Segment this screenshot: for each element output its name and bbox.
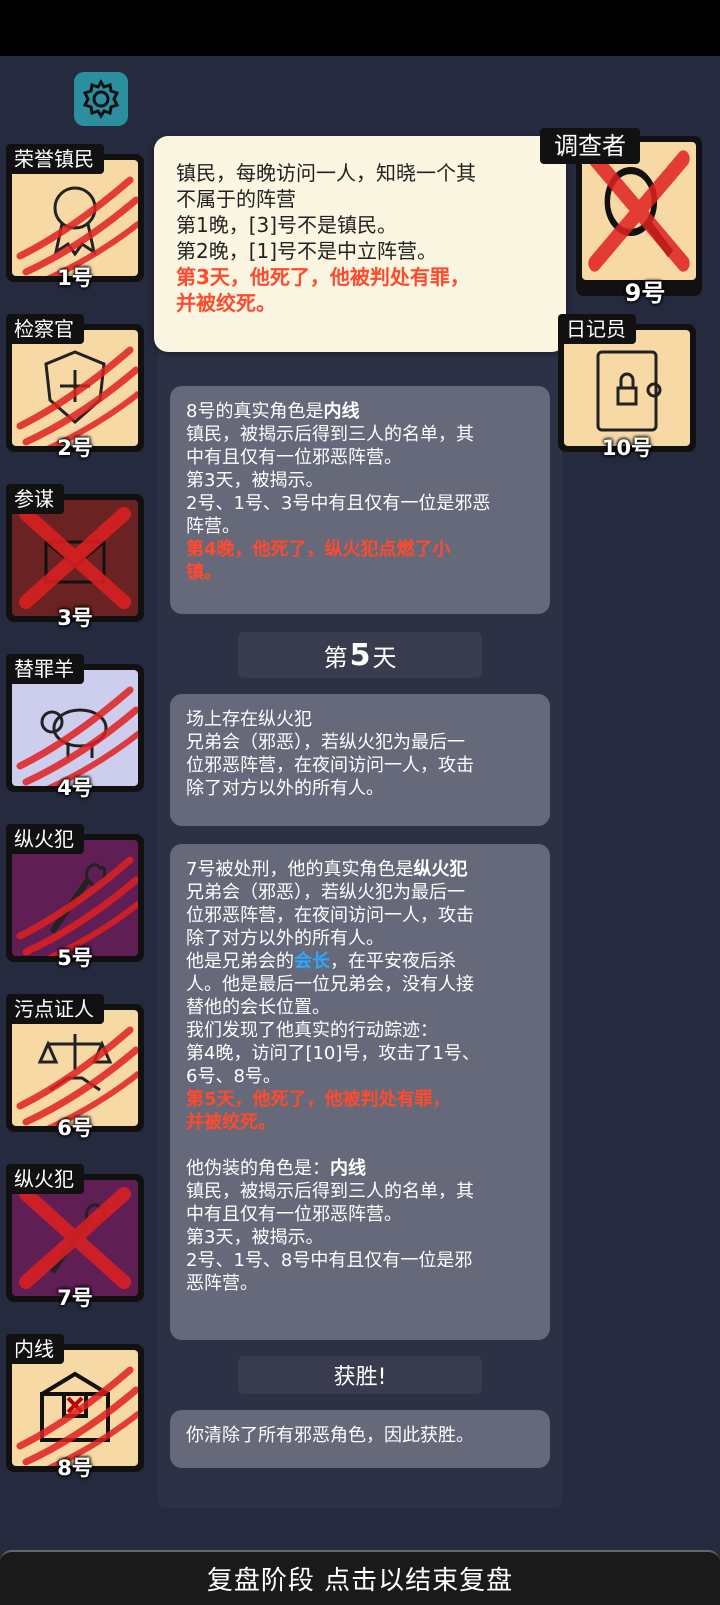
card-portrait: [12, 160, 138, 276]
player-number: 5号: [57, 946, 93, 970]
status-bar: [0, 0, 720, 56]
card-portrait: [12, 670, 138, 786]
player-card-8[interactable]: 内线 8号: [6, 1334, 144, 1480]
torch-icon: [16, 856, 138, 956]
player-card-3[interactable]: 参谋 3号: [6, 484, 144, 630]
player-card-5[interactable]: 纵火犯 5号: [6, 824, 144, 970]
player-role-label: 检察官: [6, 314, 84, 344]
player-role-label: 内线: [6, 1334, 64, 1364]
player-number: 10号: [601, 436, 653, 460]
log-message-victory: 你清除了所有邪恶角色，因此获胜。: [170, 1410, 550, 1468]
card-portrait: [12, 1180, 138, 1296]
player-card-7[interactable]: 纵火犯 7号: [6, 1164, 144, 1310]
sheep-icon: [16, 686, 138, 786]
medal-icon: [16, 176, 138, 276]
torch-icon: [19, 1187, 131, 1289]
day-header: 第5天: [238, 632, 482, 678]
log-message-execution-7: 7号被处刑，他的真实角色是纵火犯 兄弟会（邪恶），若纵火犯为最后一 位邪恶阵营，…: [170, 844, 550, 1340]
player-number: 8号: [57, 1456, 93, 1480]
player-card-2[interactable]: 检察官 2号: [6, 314, 144, 460]
card-portrait: [12, 840, 138, 956]
player-role-label: 调查者: [540, 128, 640, 164]
player-role-label: 纵火犯: [6, 1164, 84, 1194]
gear-icon: [82, 79, 120, 119]
settings-button[interactable]: [74, 72, 128, 126]
player-card-6[interactable]: 污点证人 6号: [6, 994, 144, 1140]
player-number: 1号: [57, 266, 93, 290]
player-number: 4号: [57, 776, 93, 800]
card-portrait: [12, 1350, 138, 1466]
player-card-1[interactable]: 荣誉镇民 1号: [6, 144, 144, 290]
player-card-10[interactable]: 日记员 10号: [558, 314, 696, 460]
role-info-tooltip: 镇民，每晚访问一人，知晓一个其 不属于的阵营 第1晚，[3]号不是镇民。 第2晚…: [154, 136, 566, 352]
letter-icon: [16, 1366, 138, 1466]
player-number: 7号: [57, 1286, 93, 1310]
player-card-4[interactable]: 替罪羊 4号: [6, 654, 144, 800]
player-number: 3号: [57, 606, 93, 630]
card-portrait: [12, 500, 138, 616]
player-role-label: 纵火犯: [6, 824, 84, 854]
card-portrait: [564, 330, 690, 446]
log-message-arsonist-present: 场上存在纵火犯 兄弟会（邪恶），若纵火犯为最后一 位邪恶阵营，在夜间访问一人，攻…: [170, 694, 550, 826]
card-portrait: [12, 1010, 138, 1126]
card-portrait: [12, 330, 138, 446]
envelope-icon: [19, 507, 131, 609]
log-message-reveal-8: 8号的真实角色是内线 镇民，被揭示后得到三人的名单，其 中有且仅有一位邪恶阵营。…: [170, 386, 550, 614]
player-number: 2号: [57, 436, 93, 460]
scales-handshake-icon: [16, 1026, 138, 1126]
locked-diary-icon: [596, 350, 662, 432]
victory-header: 获胜!: [238, 1356, 482, 1394]
prosecutor-badge-icon: [16, 346, 138, 446]
player-role-label: 参谋: [6, 484, 64, 514]
end-replay-button[interactable]: 复盘阶段 点击以结束复盘: [0, 1550, 720, 1605]
player-number: 9号: [624, 279, 666, 307]
player-role-label: 替罪羊: [6, 654, 84, 684]
player-number: 6号: [57, 1116, 93, 1140]
player-card-9[interactable]: 调查者 9号: [540, 128, 702, 307]
player-role-label: 日记员: [558, 314, 636, 344]
player-role-label: 污点证人: [6, 994, 104, 1024]
player-role-label: 荣誉镇民: [6, 144, 104, 174]
